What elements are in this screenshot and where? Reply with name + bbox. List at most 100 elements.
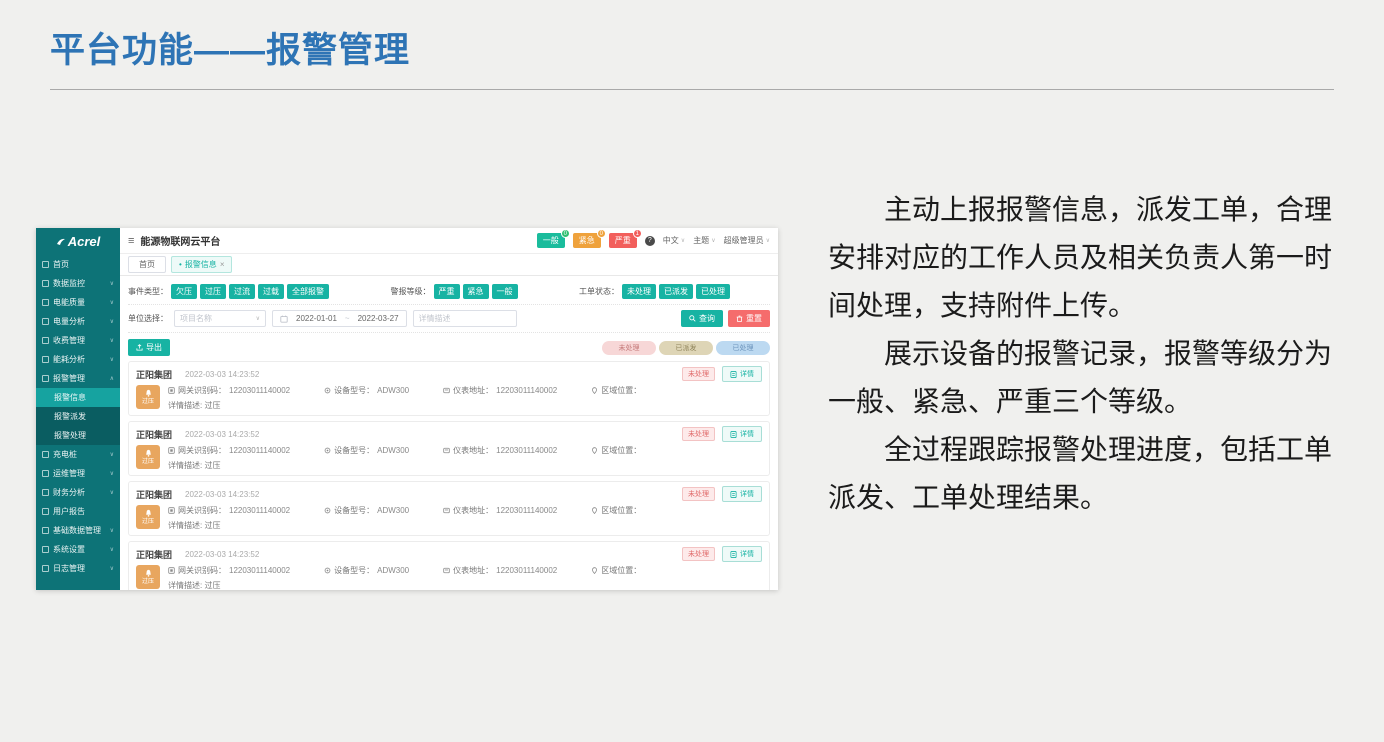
detail-description-label: 详情描述: — [168, 521, 204, 530]
detail-description-label: 详情描述: — [168, 461, 204, 470]
filter-chip[interactable]: 过压 — [200, 284, 226, 299]
filter-chip[interactable]: 紧急 — [463, 284, 489, 299]
chevron-icon: ∨ — [110, 356, 114, 363]
filter-chip[interactable]: 未处理 — [622, 284, 656, 299]
description-paragraph: 展示设备的报警记录，报警等级分为一般、紧急、严重三个等级。 — [828, 330, 1336, 426]
theme-dropdown[interactable]: 主题∨ — [693, 235, 715, 246]
filter-chip[interactable]: 欠压 — [171, 284, 197, 299]
filter-chip[interactable]: 已处理 — [696, 284, 730, 299]
meter-address-field: 仪表地址：12203011140002 — [443, 565, 557, 576]
chevron-down-icon: ∨ — [711, 237, 715, 244]
detail-button-label: 详情 — [740, 489, 754, 499]
sidebar-item[interactable]: 电能质量 ∨ — [36, 293, 120, 312]
sidebar-item[interactable]: 报警管理 ∧ — [36, 369, 120, 388]
content-area: 事件类型： 欠压 过压 过流 过载 全部报警 警报等级： 严重 紧急 一般 工单… — [120, 276, 778, 590]
sidebar-item[interactable]: 首页 — [36, 255, 120, 274]
alarm-level-label: 一般 — [543, 236, 559, 245]
area-field: 区域位置： — [591, 505, 644, 516]
close-icon[interactable]: × — [220, 260, 225, 269]
gateway-value: 12203011140002 — [229, 446, 290, 455]
sidebar-item-label: 基础数据管理 — [53, 525, 101, 536]
document-icon — [730, 371, 737, 378]
detail-button[interactable]: 详情 — [722, 426, 762, 442]
sidebar-item[interactable]: 报警派发 — [36, 407, 120, 426]
gateway-label: 网关识别码： — [178, 385, 226, 396]
calendar-icon — [280, 315, 288, 323]
alarm-row: 正阳集团 2022-03-03 14:23:52 未处理 详情 过压 网关识别码 — [128, 541, 770, 590]
menu-icon — [42, 546, 49, 553]
alarm-count-bubble: 0 — [597, 229, 606, 238]
tab-dot: • — [179, 260, 182, 269]
detail-search-input[interactable] — [413, 310, 517, 327]
date-separator: ~ — [345, 314, 350, 323]
detail-description-value: 过压 — [204, 581, 220, 590]
reset-button[interactable]: 重置 — [728, 310, 770, 327]
sidebar-item[interactable]: 能耗分析 ∨ — [36, 350, 120, 369]
date-range-picker[interactable]: 2022-01-01 ~ 2022-03-27 — [272, 310, 407, 327]
page-tab[interactable]: 首页 — [128, 256, 166, 273]
order-state-chips: 未处理 已派发 已处理 — [622, 284, 730, 299]
user-dropdown[interactable]: 超级管理员∨ — [724, 235, 770, 246]
company-name: 正阳集团 — [136, 428, 172, 441]
order-state-label: 工单状态： — [579, 286, 619, 297]
project-select[interactable]: 项目名称 ∨ — [174, 310, 266, 327]
area-field: 区域位置： — [591, 385, 644, 396]
page-tab[interactable]: • 报警信息 × — [171, 256, 232, 273]
sidebar-item-label: 报警处理 — [54, 430, 86, 441]
sidebar-item[interactable]: 系统设置 ∨ — [36, 540, 120, 559]
document-icon — [730, 551, 737, 558]
hamburger-icon[interactable]: ≡ — [128, 235, 134, 247]
alarm-level-badge[interactable]: 严重 1 — [609, 233, 637, 248]
sidebar-item[interactable]: 报警信息 — [36, 388, 120, 407]
sidebar-item[interactable]: 基础数据管理 ∨ — [36, 521, 120, 540]
gateway-value: 12203011140002 — [229, 386, 290, 395]
gateway-icon — [168, 507, 175, 514]
presentation-slide: 平台功能——报警管理 Acrel 首页 数据监控 ∨ 电能质量 ∨ 电量分析 ∨… — [0, 0, 1384, 742]
tab-label: 报警信息 — [185, 259, 217, 270]
meter-address-label: 仪表地址： — [453, 505, 493, 516]
toolbar-row: 导出 未处理 已派发 已处理 — [128, 333, 770, 361]
search-button[interactable]: 查询 — [681, 310, 723, 327]
chevron-icon: ∨ — [110, 470, 114, 477]
sidebar-item[interactable]: 电量分析 ∨ — [36, 312, 120, 331]
tab-label: 首页 — [139, 259, 155, 270]
sidebar-item[interactable]: 日志管理 ∨ — [36, 559, 120, 578]
device-model-label: 设备型号： — [334, 505, 374, 516]
sidebar-item[interactable]: 报警处理 — [36, 426, 120, 445]
detail-button[interactable]: 详情 — [722, 366, 762, 382]
bell-icon — [144, 569, 153, 578]
event-type-chips: 欠压 过压 过流 过载 全部报警 — [171, 284, 329, 299]
alarm-level-badge[interactable]: 一般 0 — [537, 233, 565, 248]
sidebar-item[interactable]: 数据监控 ∨ — [36, 274, 120, 293]
sidebar-item-label: 财务分析 — [53, 487, 85, 498]
alarm-level-badge[interactable]: 紧急 0 — [573, 233, 601, 248]
sidebar-item[interactable]: 用户报告 — [36, 502, 120, 521]
language-dropdown[interactable]: 中文∨ — [663, 235, 685, 246]
filter-chip[interactable]: 一般 — [492, 284, 518, 299]
detail-button[interactable]: 详情 — [722, 486, 762, 502]
filter-chip[interactable]: 已派发 — [659, 284, 693, 299]
status-badge: 未处理 — [682, 487, 715, 501]
menu-icon — [42, 356, 49, 363]
company-name: 正阳集团 — [136, 548, 172, 561]
meter-address-value: 12203011140002 — [496, 506, 557, 515]
filter-chip[interactable]: 过载 — [258, 284, 284, 299]
status-badge: 未处理 — [682, 427, 715, 441]
sidebar-item[interactable]: 收费管理 ∨ — [36, 331, 120, 350]
sidebar-item[interactable]: 运维管理 ∨ — [36, 464, 120, 483]
help-icon[interactable]: ? — [645, 236, 655, 246]
sidebar-item[interactable]: 充电桩 ∨ — [36, 445, 120, 464]
filter-chip[interactable]: 过流 — [229, 284, 255, 299]
detail-button[interactable]: 详情 — [722, 546, 762, 562]
menu-icon — [42, 470, 49, 477]
gear-icon — [324, 567, 331, 574]
device-model-value: ADW300 — [377, 386, 409, 395]
chevron-icon: ∨ — [110, 527, 114, 534]
menu-icon — [42, 489, 49, 496]
gateway-label: 网关识别码： — [178, 505, 226, 516]
theme-label: 主题 — [693, 235, 709, 246]
sidebar-item[interactable]: 财务分析 ∨ — [36, 483, 120, 502]
filter-chip[interactable]: 全部报警 — [287, 284, 329, 299]
filter-chip[interactable]: 严重 — [434, 284, 460, 299]
export-button[interactable]: 导出 — [128, 339, 170, 356]
